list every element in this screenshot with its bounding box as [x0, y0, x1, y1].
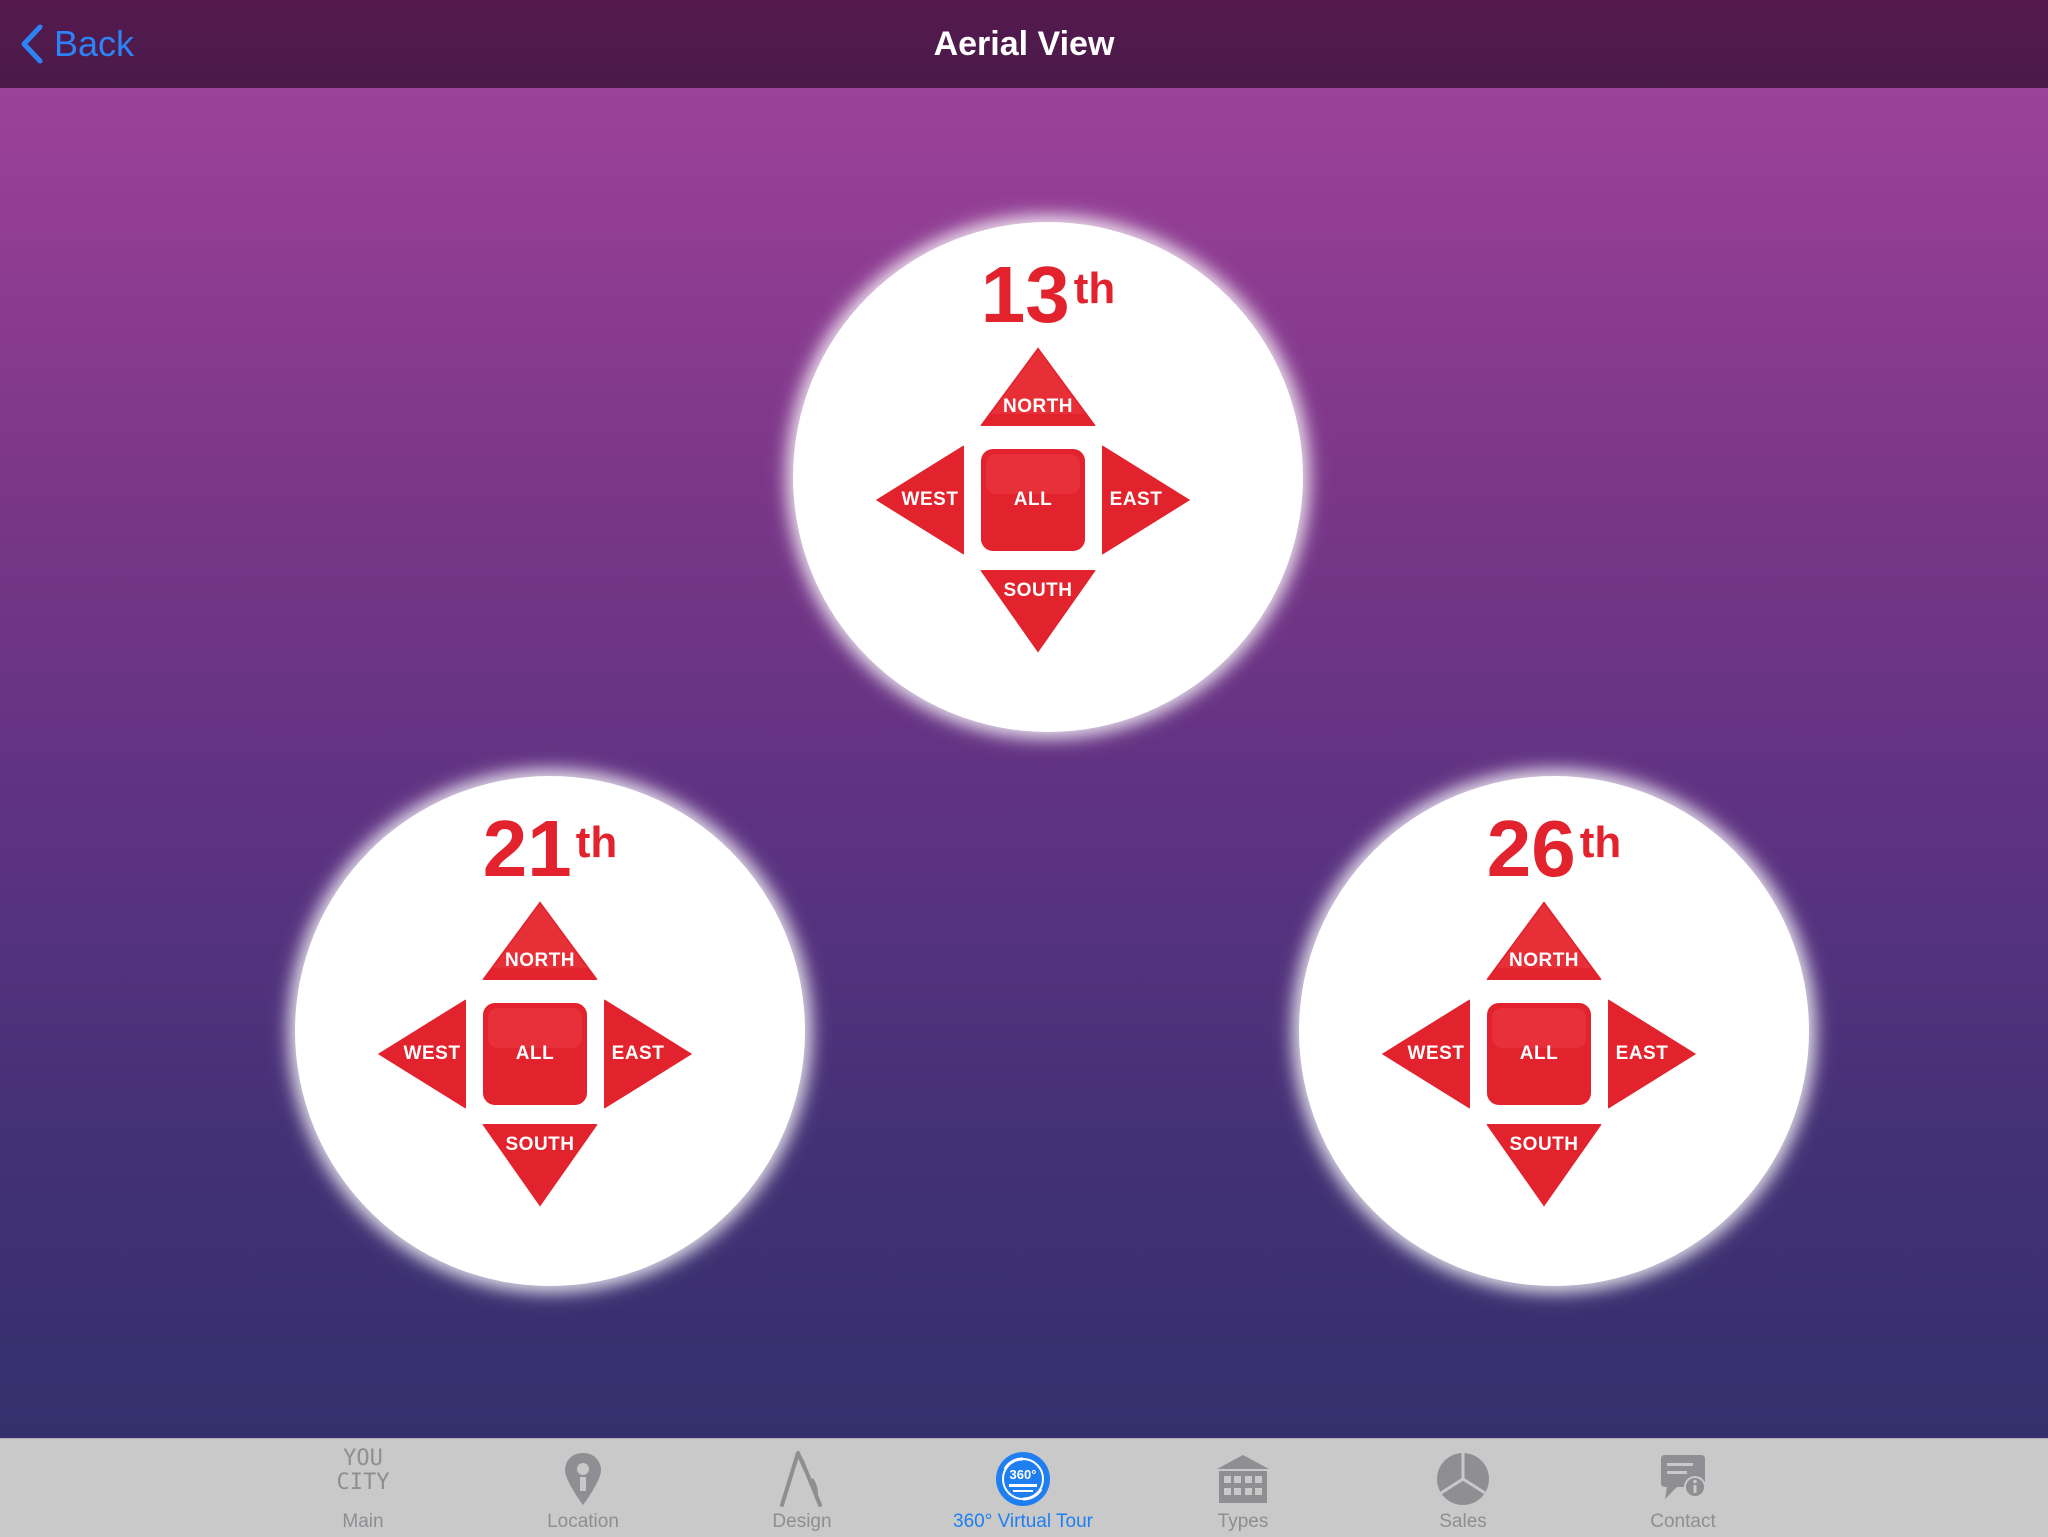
- north-button[interactable]: NORTH: [1479, 894, 1609, 986]
- floor-dial-1: 21th NORTH WEST ALL EAST SOUTH: [295, 776, 805, 1286]
- floor-number: 26: [1486, 804, 1576, 893]
- building-icon: [1217, 1455, 1269, 1503]
- tab-virtual-tour[interactable]: 360° 360° Virtual Tour: [923, 1439, 1123, 1537]
- floor-number: 21: [482, 804, 572, 893]
- floor-label: 21th: [295, 804, 805, 894]
- west-button[interactable]: WEST: [868, 440, 968, 560]
- tab-label-types: Types: [1217, 1511, 1269, 1532]
- pie-chart-icon: [1437, 1453, 1489, 1505]
- all-button[interactable]: ALL: [1482, 998, 1596, 1110]
- map-pin-icon: [565, 1453, 601, 1505]
- tab-label-virtual-tour: 360° Virtual Tour: [953, 1511, 1093, 1532]
- floor-suffix: th: [575, 818, 618, 867]
- floor-suffix: th: [1073, 264, 1116, 313]
- all-button[interactable]: ALL: [976, 444, 1090, 556]
- tab-types[interactable]: Types: [1143, 1439, 1343, 1537]
- youcity-logo-icon: YOU CITY: [336, 1446, 390, 1495]
- chat-bubble-info-icon: [1661, 1455, 1706, 1499]
- south-button[interactable]: SOUTH: [1479, 1118, 1609, 1214]
- page-title: Aerial View: [933, 25, 1115, 63]
- floor-dial-0: 13th NORTH WEST ALL EAST SOUTH: [793, 222, 1303, 732]
- floor-dial-2: 26th NORTH WEST ALL EAST SOUTH: [1299, 776, 1809, 1286]
- virtual-tour-360-icon: 360°: [996, 1452, 1050, 1506]
- tab-main[interactable]: YOU CITY Main: [263, 1439, 463, 1537]
- floor-label: 26th: [1299, 804, 1809, 894]
- tab-label-main: Main: [342, 1511, 384, 1532]
- direction-pad: NORTH WEST ALL EAST SOUTH: [868, 340, 1228, 660]
- direction-pad: NORTH WEST ALL EAST SOUTH: [370, 894, 730, 1214]
- north-button[interactable]: NORTH: [475, 894, 605, 986]
- east-button[interactable]: EAST: [1098, 440, 1198, 560]
- tab-sales[interactable]: Sales: [1363, 1439, 1563, 1537]
- navigation-bar: Back Aerial View: [0, 0, 2048, 89]
- south-button[interactable]: SOUTH: [475, 1118, 605, 1214]
- all-button[interactable]: ALL: [478, 998, 592, 1110]
- tab-design[interactable]: Design: [702, 1439, 902, 1537]
- floor-label: 13th: [793, 250, 1303, 340]
- svg-text:360°: 360°: [1010, 1467, 1037, 1482]
- tab-location[interactable]: Location: [483, 1439, 683, 1537]
- west-button[interactable]: WEST: [370, 994, 470, 1114]
- tab-contact[interactable]: Contact: [1583, 1439, 1783, 1537]
- tab-label-design: Design: [772, 1511, 832, 1532]
- compass-drafting-icon: [780, 1451, 822, 1507]
- west-button[interactable]: WEST: [1374, 994, 1474, 1114]
- floor-number: 13: [980, 250, 1070, 339]
- south-button[interactable]: SOUTH: [973, 564, 1103, 660]
- north-button[interactable]: NORTH: [973, 340, 1103, 432]
- tab-label-location: Location: [547, 1511, 619, 1532]
- tab-bar: YOU CITY Main Location Design 360° 360° …: [0, 1438, 2048, 1537]
- east-button[interactable]: EAST: [1604, 994, 1704, 1114]
- direction-pad: NORTH WEST ALL EAST SOUTH: [1374, 894, 1734, 1214]
- tab-label-contact: Contact: [1650, 1511, 1716, 1532]
- east-button[interactable]: EAST: [600, 994, 700, 1114]
- aerial-view-content: 13th NORTH WEST ALL EAST SOUTH 21th NORT…: [0, 88, 2048, 1438]
- tab-label-sales: Sales: [1439, 1511, 1487, 1532]
- floor-suffix: th: [1579, 818, 1622, 867]
